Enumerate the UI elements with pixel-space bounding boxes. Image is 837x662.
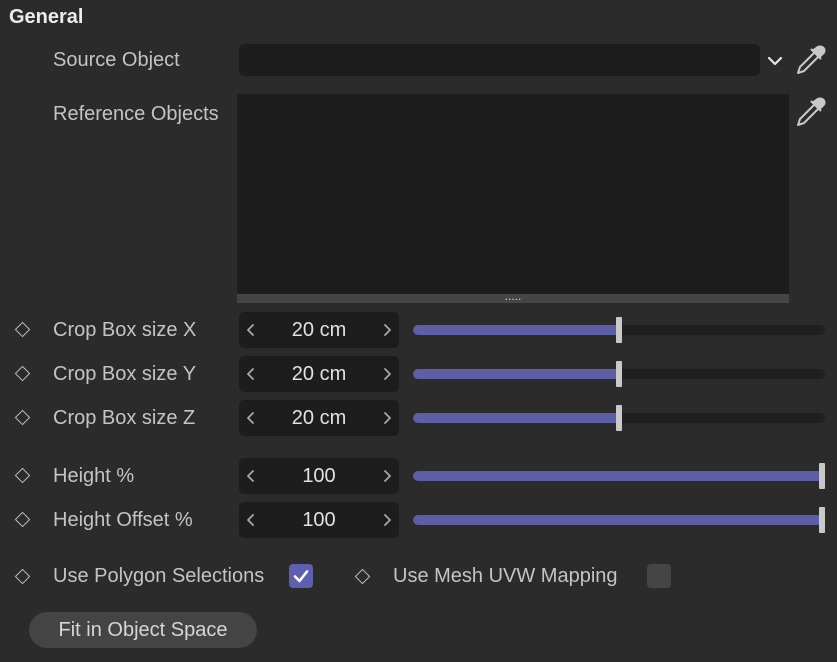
param-value[interactable]: 100 <box>263 502 375 538</box>
decrement-arrow-icon[interactable] <box>239 458 263 494</box>
param-slider[interactable] <box>413 405 825 431</box>
param-number-field[interactable]: 20 cm <box>239 312 399 348</box>
param-slider[interactable] <box>413 507 825 533</box>
param-slider[interactable] <box>413 317 825 343</box>
slider-fill <box>413 413 616 423</box>
fit-in-object-space-button[interactable]: Fit in Object Space <box>29 612 257 648</box>
increment-arrow-icon[interactable] <box>375 502 399 538</box>
param-value[interactable]: 20 cm <box>263 400 375 436</box>
keyframe-diamond-icon[interactable] <box>14 321 31 338</box>
param-label: Crop Box size Z <box>53 407 196 429</box>
keyframe-diamond-icon[interactable] <box>14 568 31 585</box>
slider-thumb[interactable] <box>616 317 622 343</box>
param-value[interactable]: 20 cm <box>263 312 375 348</box>
use-polygon-selections-checkbox[interactable] <box>289 564 313 588</box>
source-object-label: Source Object <box>53 49 180 71</box>
param-number-field[interactable]: 20 cm <box>239 356 399 392</box>
eyedropper-icon[interactable] <box>793 95 827 129</box>
param-label: Crop Box size Y <box>53 363 197 385</box>
use-mesh-uvw-mapping-checkbox[interactable] <box>647 564 671 588</box>
decrement-arrow-icon[interactable] <box>239 312 263 348</box>
slider-thumb[interactable] <box>819 463 825 489</box>
increment-arrow-icon[interactable] <box>375 356 399 392</box>
increment-arrow-icon[interactable] <box>375 400 399 436</box>
keyframe-diamond-icon[interactable] <box>14 511 31 528</box>
decrement-arrow-icon[interactable] <box>239 356 263 392</box>
param-slider[interactable] <box>413 463 825 489</box>
param-label: Height % <box>53 465 135 487</box>
reference-objects-label: Reference Objects <box>53 103 219 125</box>
slider-thumb[interactable] <box>616 405 622 431</box>
param-label: Height Offset % <box>53 509 193 531</box>
checkmark-icon <box>293 570 309 583</box>
param-value[interactable]: 20 cm <box>263 356 375 392</box>
slider-fill <box>413 325 616 335</box>
increment-arrow-icon[interactable] <box>375 312 399 348</box>
section-title: General <box>9 6 84 28</box>
slider-fill <box>413 369 616 379</box>
param-label: Crop Box size X <box>53 319 197 341</box>
list-resize-handle[interactable]: ..... <box>237 289 789 303</box>
reference-objects-list[interactable] <box>237 94 789 294</box>
param-value[interactable]: 100 <box>263 458 375 494</box>
slider-fill <box>413 471 819 481</box>
slider-fill <box>413 515 819 525</box>
param-number-field[interactable]: 100 <box>239 502 399 538</box>
keyframe-diamond-icon[interactable] <box>14 365 31 382</box>
keyframe-diamond-icon[interactable] <box>14 467 31 484</box>
keyframe-diamond-icon[interactable] <box>14 409 31 426</box>
eyedropper-icon[interactable] <box>793 43 827 77</box>
param-slider[interactable] <box>413 361 825 387</box>
decrement-arrow-icon[interactable] <box>239 502 263 538</box>
source-object-field[interactable] <box>239 44 760 76</box>
decrement-arrow-icon[interactable] <box>239 400 263 436</box>
slider-thumb[interactable] <box>616 361 622 387</box>
use-mesh-uvw-mapping-label: Use Mesh UVW Mapping <box>393 565 618 587</box>
use-polygon-selections-label: Use Polygon Selections <box>53 565 265 587</box>
slider-thumb[interactable] <box>819 507 825 533</box>
increment-arrow-icon[interactable] <box>375 458 399 494</box>
resize-grip-icon: ..... <box>504 289 522 303</box>
chevron-down-icon[interactable] <box>766 52 784 70</box>
keyframe-diamond-icon[interactable] <box>354 568 371 585</box>
param-number-field[interactable]: 100 <box>239 458 399 494</box>
param-number-field[interactable]: 20 cm <box>239 400 399 436</box>
